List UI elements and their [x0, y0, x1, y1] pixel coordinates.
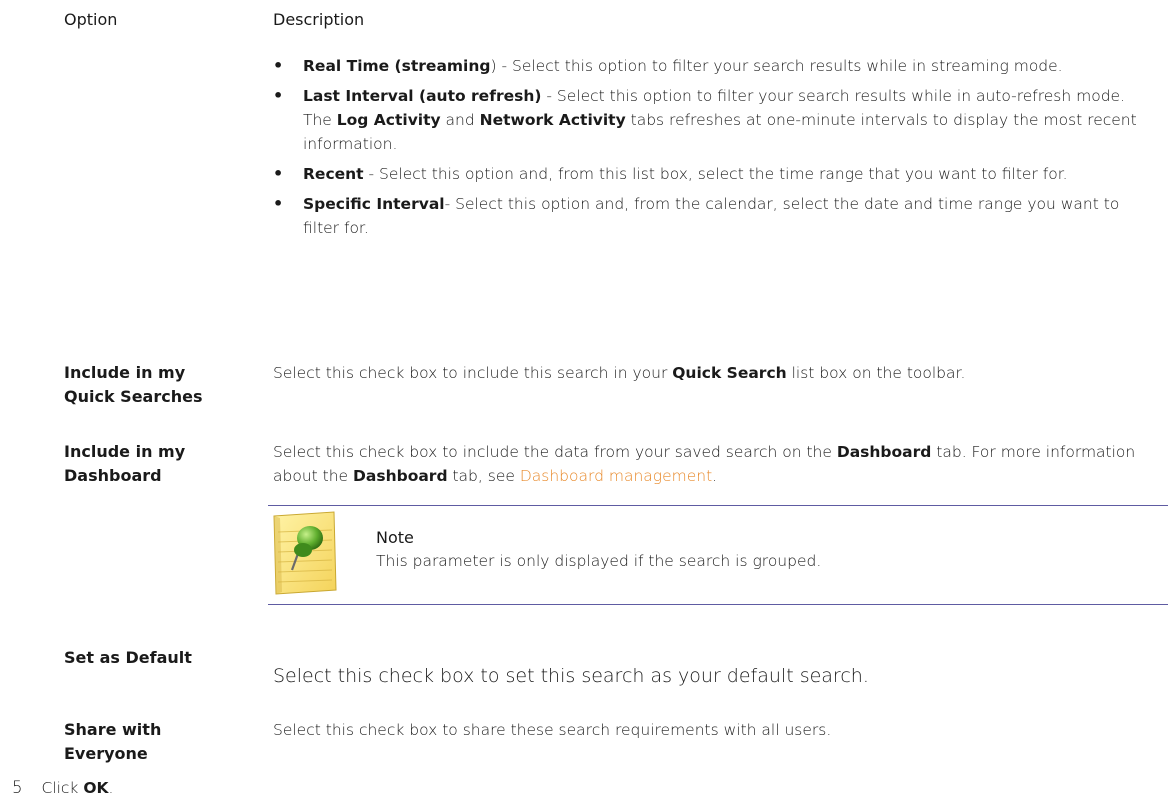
dashboard-management-link[interactable]: Dashboard management: [520, 467, 712, 485]
ok-term: OK: [83, 779, 109, 797]
desc-text: Select this check box to include this se…: [273, 364, 673, 382]
quick-search-term: Quick Search: [672, 364, 787, 382]
step-5: 5 Click OK.: [12, 778, 113, 797]
option-column-header: Option: [64, 10, 118, 29]
list-item-specific-interval: • Specific Interval- Select this option …: [273, 192, 1153, 240]
bullet-icon: •: [273, 86, 284, 105]
log-activity-term: Log Activity: [336, 111, 441, 129]
step-number: 5: [12, 778, 23, 797]
dashboard-description: Select this check box to include the dat…: [273, 440, 1163, 488]
desc-text: .: [712, 467, 718, 485]
specific-interval-term: Specific Interval: [303, 195, 445, 213]
real-time-desc: ) - Select this option to filter your se…: [490, 57, 1063, 75]
last-interval-term: Last Interval (auto refresh): [303, 87, 542, 105]
sticky-note-icon: [273, 511, 337, 595]
network-activity-term: Network Activity: [479, 111, 626, 129]
dashboard-option-label: Include in my Dashboard: [64, 442, 186, 485]
dashboard-term: Dashboard: [836, 443, 932, 461]
quick-searches-option-label: Include in my Quick Searches: [64, 363, 203, 406]
recent-term: Recent: [303, 165, 364, 183]
dashboard-term: Dashboard: [353, 467, 448, 485]
last-interval-desc-2: and: [440, 111, 480, 129]
list-item-real-time: • Real Time (streaming) - Select this op…: [273, 54, 1153, 78]
description-column-header: Description: [273, 10, 365, 29]
list-item-recent: • Recent - Select this option and, from …: [273, 162, 1153, 186]
list-item-last-interval: • Last Interval (auto refresh) - Select …: [273, 84, 1153, 156]
share-option-label: Share with Everyone: [64, 720, 162, 763]
step-text: Click: [41, 779, 84, 797]
time-range-options-list: • Real Time (streaming) - Select this op…: [273, 54, 1153, 246]
note-text: This parameter is only displayed if the …: [376, 552, 822, 570]
real-time-term: Real Time (streaming: [303, 57, 491, 75]
bullet-icon: •: [273, 56, 284, 75]
set-default-description: Select this check box to set this search…: [273, 665, 869, 687]
desc-text: tab, see: [447, 467, 520, 485]
set-default-option-label: Set as Default: [64, 648, 192, 667]
bullet-icon: •: [273, 194, 284, 213]
desc-text: list box on the toolbar.: [786, 364, 966, 382]
note-title: Note: [376, 528, 414, 547]
bullet-icon: •: [273, 164, 284, 183]
desc-text: Select this check box to include the dat…: [273, 443, 837, 461]
quick-searches-description: Select this check box to include this se…: [273, 361, 1163, 385]
share-description: Select this check box to share these sea…: [273, 721, 832, 739]
recent-desc: - Select this option and, from this list…: [363, 165, 1068, 183]
step-end: .: [108, 779, 114, 797]
note-callout: Note This parameter is only displayed if…: [268, 505, 1168, 605]
